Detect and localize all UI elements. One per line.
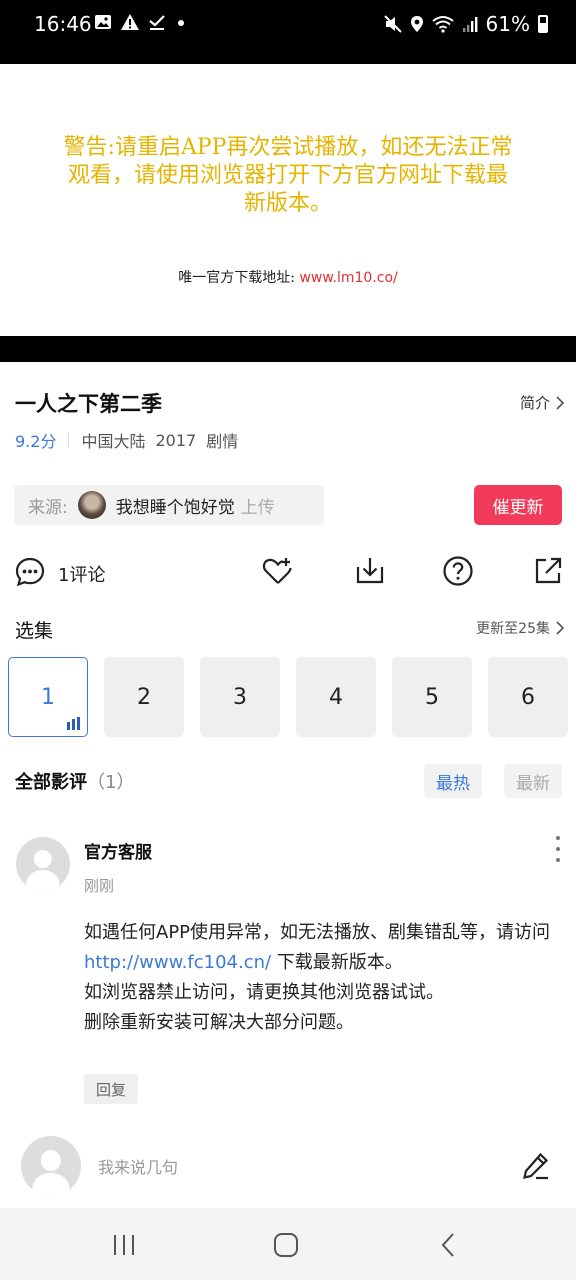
chevron-right-icon — [556, 621, 564, 635]
comment-button[interactable] — [14, 556, 46, 588]
download-label: 唯一官方下载地址: — [178, 270, 300, 286]
playing-icon — [67, 717, 80, 730]
avatar — [21, 1136, 81, 1196]
episode-number: 3 — [233, 684, 247, 710]
episode-number: 6 — [521, 684, 535, 710]
image-icon — [95, 15, 111, 29]
episodes-title: 选集 — [15, 620, 54, 642]
review-link-suffix: 下载最新版本。 — [271, 952, 403, 973]
reviews-title: 全部影评（1） — [15, 768, 134, 794]
dot-icon — [178, 20, 184, 26]
meta-divider — [68, 432, 70, 448]
review-author[interactable]: 官方客服 — [84, 838, 152, 863]
show-region: 中国大陆 — [81, 432, 146, 451]
favorite-add-icon — [262, 558, 292, 584]
avatar[interactable] — [16, 837, 70, 891]
episode-item[interactable]: 6 — [488, 657, 568, 737]
review-body: 如遇任何APP使用异常，如无法播放、剧集错乱等，请访问 http://www.f… — [84, 918, 564, 1038]
episodes-update-link[interactable]: 更新至25集 — [476, 618, 564, 638]
review-line: 删除重新安装可解决大部分问题。 — [84, 1012, 354, 1033]
chevron-right-icon — [556, 395, 564, 410]
uploader-avatar — [77, 491, 106, 519]
urge-update-button[interactable]: 催更新 — [474, 485, 562, 525]
intro-label: 简介 — [519, 394, 550, 412]
episode-item[interactable]: 2 — [104, 657, 184, 737]
wifi-icon — [431, 16, 454, 33]
help-button[interactable] — [442, 555, 474, 587]
favorite-button[interactable] — [262, 555, 296, 587]
show-genre: 剧情 — [206, 432, 239, 451]
download-check-icon — [149, 15, 165, 30]
share-icon — [535, 557, 562, 584]
download-address: 唯一官方下载地址: www.lm10.co/ — [0, 267, 576, 287]
episode-number: 1 — [41, 684, 55, 710]
signal-icon — [462, 17, 477, 32]
download-url-link[interactable]: www.lm10.co/ — [299, 270, 397, 286]
episode-item[interactable]: 3 — [200, 657, 280, 737]
intro-button[interactable]: 简介 — [520, 392, 564, 413]
review-line: http://www.fc104.cn/ 下载最新版本。 — [84, 948, 564, 978]
edit-icon[interactable] — [520, 1150, 552, 1182]
home-icon — [274, 1233, 298, 1257]
video-player[interactable]: 警告:请重启APP再次尝试播放，如还无法正常观看，请使用浏览器打开下方官方网址下… — [0, 64, 576, 336]
episode-number: 4 — [329, 684, 343, 710]
episode-item[interactable]: 1 — [8, 657, 88, 737]
source-label: 来源: — [28, 497, 68, 518]
video-bottom-bar — [0, 336, 576, 362]
review-time: 刚刚 — [84, 877, 115, 895]
download-icon — [356, 558, 384, 584]
show-meta: 9.2分 中国大陆 2017 剧情 — [15, 428, 248, 452]
help-icon — [443, 556, 473, 586]
back-icon — [441, 1233, 454, 1257]
location-icon — [410, 16, 423, 32]
comment-input[interactable] — [98, 1154, 478, 1180]
home-button[interactable] — [266, 1228, 306, 1262]
recent-apps-icon — [114, 1235, 134, 1255]
recent-apps-button[interactable] — [104, 1228, 144, 1262]
warning-message: 警告:请重启APP再次尝试播放，如还无法正常观看，请使用浏览器打开下方官方网址下… — [63, 135, 513, 216]
source-info[interactable]: 来源: 我想睡个饱好觉 上传 — [14, 485, 324, 525]
episode-item[interactable]: 4 — [296, 657, 376, 737]
review-line: 如浏览器禁止访问，请更换其他浏览器试试。 — [84, 982, 444, 1003]
uploader-name: 我想睡个饱好觉 — [115, 497, 235, 518]
comment-count[interactable]: 1评论 — [58, 561, 105, 587]
episode-number: 2 — [137, 684, 151, 710]
show-score: 9.2分 — [15, 432, 57, 451]
share-button[interactable] — [532, 555, 564, 587]
reviews-title-text: 全部影评 — [15, 772, 87, 793]
mute-icon — [383, 15, 402, 33]
reviews-count: （1） — [87, 772, 135, 793]
reply-button[interactable]: 回复 — [84, 1074, 138, 1104]
back-button[interactable] — [428, 1228, 468, 1262]
show-year: 2017 — [155, 430, 197, 450]
comment-icon — [15, 557, 45, 587]
upload-label: 上传 — [240, 497, 275, 518]
warning-icon — [121, 14, 139, 30]
episodes-update-text: 更新至25集 — [476, 621, 550, 637]
system-nav-bar — [0, 1208, 576, 1280]
action-row: 1评论 — [0, 551, 576, 593]
battery-icon — [538, 15, 548, 33]
episode-item[interactable]: 5 — [392, 657, 472, 737]
episode-list: 1 2 3 4 5 6 — [8, 657, 568, 737]
review-link[interactable]: http://www.fc104.cn/ — [84, 952, 271, 973]
sort-new-button[interactable]: 最新 — [504, 764, 562, 798]
review-line: 如遇任何APP使用异常，如无法播放、剧集错乱等，请访问 — [84, 922, 551, 943]
more-options-icon[interactable] — [548, 836, 568, 862]
battery-percent: 61% — [485, 12, 530, 36]
show-title: 一人之下第二季 — [15, 392, 162, 416]
episode-number: 5 — [425, 684, 439, 710]
sort-hot-button[interactable]: 最热 — [424, 764, 482, 798]
status-bar: 16:46 61% — [0, 0, 576, 64]
download-button[interactable] — [354, 555, 386, 587]
status-time: 16:46 — [34, 12, 92, 36]
